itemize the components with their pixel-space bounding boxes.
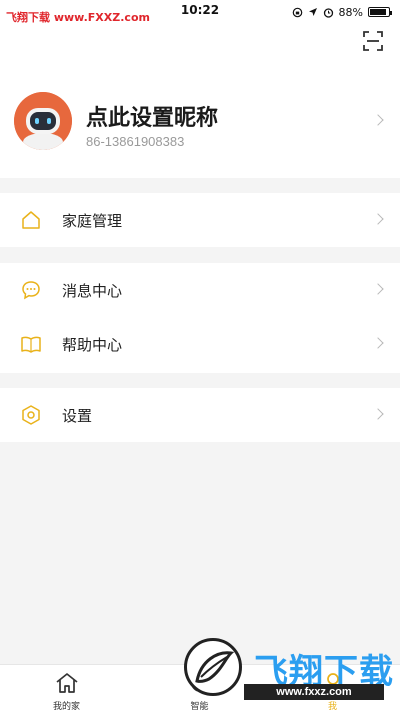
battery-level — [370, 9, 386, 15]
menu-item-settings[interactable]: 设置 — [0, 388, 400, 442]
message-icon — [22, 281, 40, 300]
family-card: 家庭管理 — [0, 193, 400, 247]
alarm-icon — [323, 7, 333, 18]
chevron-right-icon — [372, 408, 384, 420]
battery-icon — [368, 7, 392, 17]
watermark-logo: 飞翔下载 www.fxxz.com — [182, 632, 394, 704]
robot-avatar-icon — [14, 92, 72, 150]
watermark-url: www.fxxz.com — [244, 684, 384, 700]
info-card: 消息中心 帮助中心 — [0, 263, 400, 373]
book-icon — [21, 336, 41, 353]
watermark-emblem — [184, 638, 242, 696]
home-icon — [22, 211, 40, 229]
menu-item-family[interactable]: 家庭管理 — [0, 193, 400, 247]
settings-card: 设置 — [0, 388, 400, 442]
menu-item-label: 设置 — [62, 407, 93, 425]
settings-icon — [22, 405, 40, 425]
tab-label: 我的家 — [52, 702, 80, 712]
phone-number: 86-13861908383 — [86, 134, 185, 149]
menu-item-help[interactable]: 帮助中心 — [0, 317, 400, 371]
chevron-right-icon — [372, 114, 384, 126]
chevron-right-icon — [372, 283, 384, 295]
chevron-right-icon — [372, 337, 384, 349]
tab-home[interactable]: 我的家 — [0, 665, 133, 712]
leaf-icon — [195, 651, 235, 683]
menu-item-label: 家庭管理 — [62, 212, 123, 230]
battery-percent: 88% — [338, 5, 363, 19]
status-indicators: 88% — [292, 4, 392, 20]
nickname[interactable]: 点此设置昵称 — [86, 100, 218, 132]
avatar[interactable] — [14, 92, 72, 150]
scan-icon[interactable] — [362, 30, 384, 52]
status-bar: 飞翔下载 www.FXXZ.com 10:22 88% — [0, 0, 400, 26]
menu-item-label: 帮助中心 — [62, 336, 123, 354]
orientation-lock-icon — [292, 7, 302, 17]
location-icon — [308, 8, 317, 16]
chevron-right-icon — [372, 213, 384, 225]
home-icon — [55, 673, 78, 693]
profile-row[interactable]: 点此设置昵称 86-13861908383 — [0, 76, 400, 176]
menu-item-messages[interactable]: 消息中心 — [0, 263, 400, 317]
menu-item-label: 消息中心 — [62, 282, 123, 300]
